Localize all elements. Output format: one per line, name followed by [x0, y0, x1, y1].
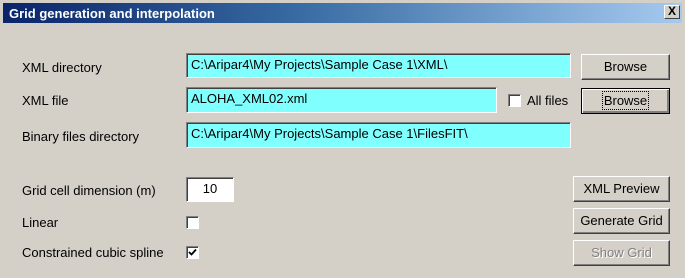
xml-directory-label: XML directory — [22, 60, 102, 75]
checkmark-icon — [188, 248, 197, 256]
title-bar: Grid generation and interpolation X — [3, 3, 682, 23]
xml-preview-button[interactable]: XML Preview — [573, 176, 670, 202]
grid-cell-input[interactable]: 10 — [186, 177, 234, 202]
window-title: Grid generation and interpolation — [9, 6, 215, 21]
grid-cell-label: Grid cell dimension (m) — [22, 183, 156, 198]
linear-label: Linear — [22, 215, 59, 230]
all-files-label: All files — [527, 93, 569, 108]
close-button[interactable]: X — [664, 5, 680, 19]
browse-directory-label: Browse — [603, 59, 648, 74]
browse-file-label: Browse — [601, 91, 650, 110]
show-grid-button[interactable]: Show Grid — [573, 240, 670, 266]
browse-file-button[interactable]: Browse — [581, 88, 670, 114]
grid-generation-dialog: Grid generation and interpolation X XML … — [0, 0, 685, 278]
generate-grid-button[interactable]: Generate Grid — [573, 208, 670, 234]
cubic-spline-label: Constrained cubic spline — [22, 245, 164, 260]
xml-file-field[interactable]: ALOHA_XML02.xml — [186, 87, 497, 113]
xml-file-label: XML file — [22, 93, 69, 108]
linear-checkbox[interactable] — [186, 216, 199, 229]
browse-directory-button[interactable]: Browse — [581, 54, 670, 80]
cubic-spline-checkbox[interactable] — [186, 246, 199, 259]
xml-directory-field[interactable]: C:\Aripar4\My Projects\Sample Case 1\XML… — [186, 53, 571, 78]
all-files-checkbox[interactable] — [508, 94, 521, 107]
binary-directory-label: Binary files directory — [22, 129, 140, 144]
binary-directory-field[interactable]: C:\Aripar4\My Projects\Sample Case 1\Fil… — [186, 122, 571, 148]
